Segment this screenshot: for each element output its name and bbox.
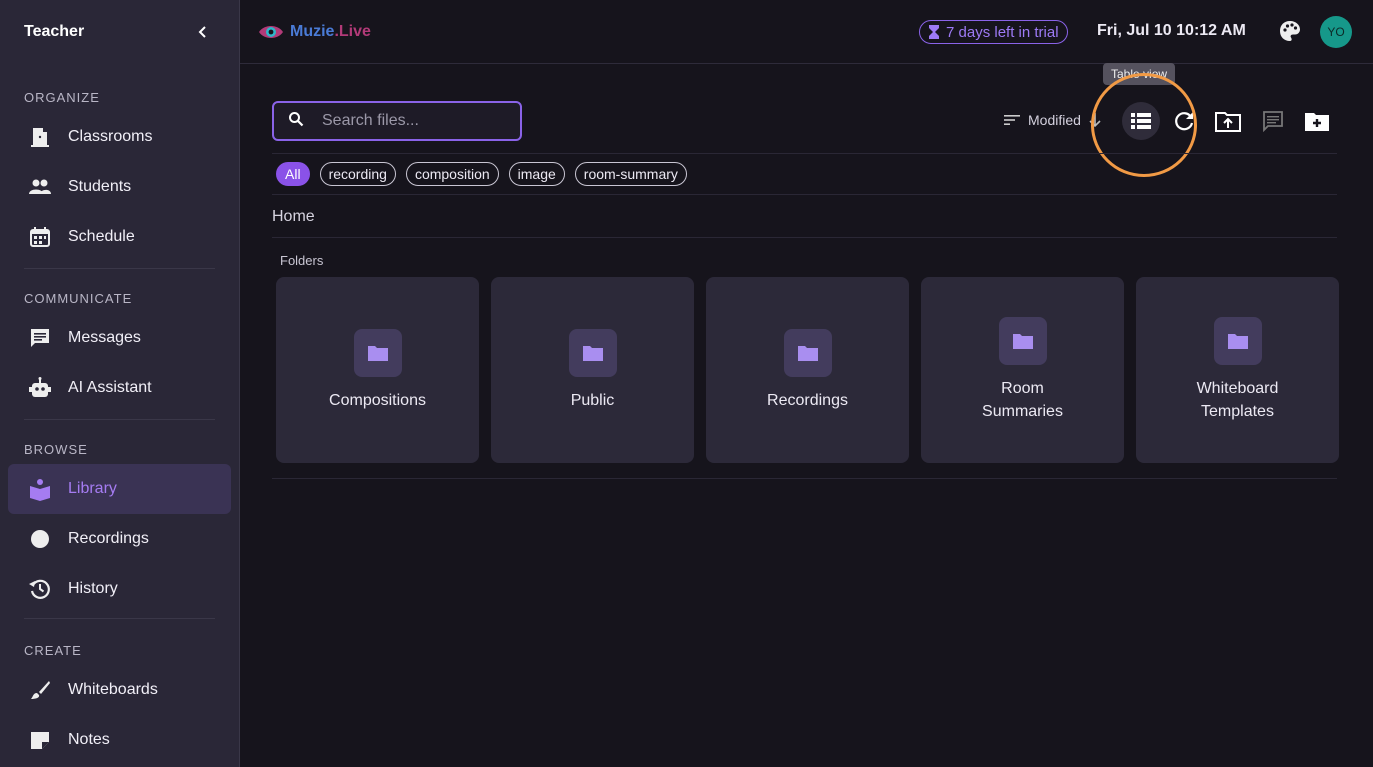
filter-chips: All recording composition image room-sum… xyxy=(276,162,687,186)
refresh-icon xyxy=(1175,112,1194,131)
divider xyxy=(272,194,1337,195)
tooltip-table-view: Table view xyxy=(1103,63,1176,85)
sidebar-title: Teacher xyxy=(24,23,85,40)
sidebar-item-label: Classrooms xyxy=(68,128,153,145)
sidebar-item-label: AI Assistant xyxy=(68,379,152,396)
door-icon xyxy=(28,125,52,149)
brush-icon xyxy=(28,678,52,702)
section-title-organize: ORGANIZE xyxy=(24,89,100,105)
folder-card-public[interactable]: Public xyxy=(491,277,694,463)
sidebar: Teacher ORGANIZE Classrooms Students Sch… xyxy=(0,0,240,767)
table-view-button[interactable] xyxy=(1122,102,1160,140)
section-title-create: CREATE xyxy=(24,642,82,658)
comment-icon xyxy=(1263,111,1283,132)
folder-name: Recordings xyxy=(767,391,848,409)
sidebar-item-label: Schedule xyxy=(68,228,135,245)
refresh-button[interactable] xyxy=(1168,105,1200,137)
folder-card-compositions[interactable]: Compositions xyxy=(276,277,479,463)
trial-text: 7 days left in trial xyxy=(946,23,1059,41)
top-bar: Muzie.Live 7 days left in trial Fri, Jul… xyxy=(240,0,1373,64)
trial-badge[interactable]: 7 days left in trial xyxy=(919,20,1068,44)
logo-text: Muzie.Live xyxy=(290,23,371,40)
calendar-icon xyxy=(28,225,52,249)
sort-label: Modified xyxy=(1028,112,1081,128)
filter-chip-recording[interactable]: recording xyxy=(319,162,396,186)
folders-label: Folders xyxy=(280,253,324,268)
sidebar-item-whiteboards[interactable]: Whiteboards xyxy=(0,665,239,715)
chat-icon xyxy=(28,326,52,350)
divider xyxy=(272,478,1337,479)
sidebar-item-students[interactable]: Students xyxy=(0,162,239,212)
folder-name: Public xyxy=(570,391,615,409)
sidebar-item-label: Library xyxy=(68,480,117,497)
comments-button[interactable] xyxy=(1257,105,1289,137)
sidebar-item-label: Messages xyxy=(68,329,141,346)
chevron-left-icon[interactable] xyxy=(191,20,215,44)
sidebar-item-notes[interactable]: Notes xyxy=(0,715,239,765)
folder-icon xyxy=(1213,317,1262,365)
breadcrumb[interactable]: Home xyxy=(272,208,315,226)
sidebar-item-label: Notes xyxy=(68,731,110,748)
sidebar-item-schedule[interactable]: Schedule xyxy=(0,212,239,262)
arrow-down-icon[interactable] xyxy=(1089,112,1101,128)
sort-icon xyxy=(1004,115,1020,125)
history-icon xyxy=(28,577,52,601)
sidebar-item-recordings[interactable]: Recordings xyxy=(0,514,239,564)
record-icon xyxy=(28,527,52,551)
filter-chip-all[interactable]: All xyxy=(276,162,310,186)
folder-icon xyxy=(353,328,402,377)
section-title-browse: BROWSE xyxy=(24,441,88,457)
filter-chip-image[interactable]: image xyxy=(508,162,565,186)
eye-logo-icon xyxy=(259,26,283,38)
search-icon xyxy=(288,111,304,132)
sidebar-item-messages[interactable]: Messages xyxy=(0,313,239,363)
folder-name: Compositions xyxy=(329,391,426,409)
avatar[interactable]: YO xyxy=(1320,16,1352,48)
datetime: Fri, Jul 10 10:12 AM xyxy=(1097,22,1246,39)
new-folder-button[interactable] xyxy=(1301,105,1333,137)
folder-icon xyxy=(998,317,1047,365)
sidebar-item-history[interactable]: History xyxy=(0,564,239,614)
filter-chip-composition[interactable]: composition xyxy=(405,162,499,186)
folder-name: Whiteboard Templates xyxy=(1196,380,1279,420)
upload-folder-icon xyxy=(1215,112,1241,132)
sidebar-item-label: Recordings xyxy=(68,530,149,547)
list-icon xyxy=(1131,113,1151,129)
sidebar-item-ai-assistant[interactable]: AI Assistant xyxy=(0,363,239,413)
divider xyxy=(272,237,1337,238)
upload-button[interactable] xyxy=(1212,105,1244,137)
note-icon xyxy=(28,728,52,752)
folder-grid: Compositions Public Recordings Room Summ… xyxy=(276,277,1339,463)
folder-icon xyxy=(783,328,832,377)
library-icon xyxy=(28,477,52,501)
folder-card-whiteboard-templates[interactable]: Whiteboard Templates xyxy=(1136,277,1339,463)
app-logo[interactable]: Muzie.Live xyxy=(258,21,371,43)
section-title-communicate: COMMUNICATE xyxy=(24,290,133,306)
divider xyxy=(272,153,1337,154)
palette-icon[interactable] xyxy=(1279,20,1303,44)
hourglass-icon xyxy=(929,25,939,39)
folder-card-recordings[interactable]: Recordings xyxy=(706,277,909,463)
sidebar-item-label: Whiteboards xyxy=(68,681,158,698)
folder-icon xyxy=(568,328,617,377)
sidebar-item-label: History xyxy=(68,580,118,597)
search-input[interactable] xyxy=(322,112,502,130)
add-folder-icon xyxy=(1305,113,1329,131)
sort-control[interactable]: Modified xyxy=(1004,112,1101,128)
sidebar-header: Teacher xyxy=(0,0,239,64)
sidebar-item-library[interactable]: Library xyxy=(8,464,231,514)
sidebar-item-label: Students xyxy=(68,178,132,195)
search-box[interactable] xyxy=(272,101,522,141)
folder-name: Room Summaries xyxy=(982,380,1063,420)
folder-card-room-summaries[interactable]: Room Summaries xyxy=(921,277,1124,463)
sidebar-item-classrooms[interactable]: Classrooms xyxy=(0,112,239,162)
filter-chip-room-summary[interactable]: room-summary xyxy=(574,162,687,186)
robot-icon xyxy=(28,376,52,400)
people-icon xyxy=(28,175,52,199)
